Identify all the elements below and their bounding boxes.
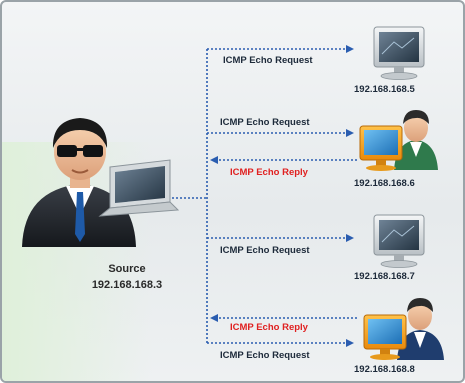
host-ip: 192.168.168.6 (354, 178, 415, 189)
user-with-monitor-icon (363, 298, 444, 360)
request-label: ICMP Echo Request (220, 350, 310, 361)
source-ip: 192.168.168.3 (91, 279, 163, 291)
source-label: Source (108, 263, 146, 275)
hacker-with-laptop-icon (22, 118, 180, 247)
request-label: ICMP Echo Request (220, 245, 310, 256)
request-label: ICMP Echo Request (223, 55, 313, 66)
host-ip: 192.168.168.7 (354, 271, 415, 282)
host-ip: 192.168.168.5 (354, 84, 415, 95)
request-label: ICMP Echo Request (220, 117, 310, 128)
connector-lines (172, 45, 357, 347)
reply-label: ICMP Echo Reply (230, 322, 308, 333)
reply-label: ICMP Echo Reply (230, 167, 308, 178)
user-with-monitor-icon (359, 110, 438, 171)
host-ip: 192.168.168.8 (354, 364, 415, 375)
monitor-icon (373, 26, 425, 80)
diagram-canvas: ICMP Echo Request ICMP Echo Request ICMP… (0, 0, 465, 383)
monitor-icon (373, 214, 425, 268)
